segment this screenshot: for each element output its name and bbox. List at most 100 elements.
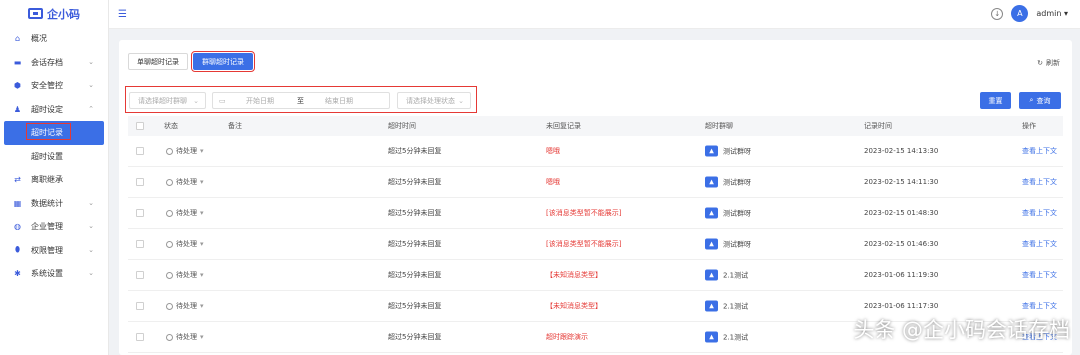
tab-private-timeout[interactable]: 单聊超时记录 [128,53,188,70]
status-select[interactable]: 请选择处理状态 ⌄ [397,92,471,109]
row-checkbox[interactable] [136,302,144,310]
row-checkbox[interactable] [136,271,144,279]
highlight-box [26,123,71,140]
status-dropdown[interactable]: 待处理 ▾ [166,270,204,280]
status-text: 待处理 [176,147,197,155]
status-dropdown[interactable]: 待处理 ▾ [166,177,204,187]
sidebar-item-stats[interactable]: ▦ 数据统计 ⌄ [0,192,108,216]
menu-toggle-icon[interactable]: ☰ [118,9,127,20]
row-checkbox[interactable] [136,333,144,341]
user-clock-icon: ♟ [13,104,22,114]
refresh-icon: ↻ [1037,59,1043,67]
clock-icon [166,271,173,279]
status-dropdown[interactable]: 待处理 ▾ [166,208,204,218]
sidebar-item-timeout[interactable]: ♟ 超时设定 ⌃ [0,98,108,122]
chevron-down-icon: ⌄ [88,57,94,66]
view-context-link[interactable]: 查看上下文 [1022,270,1057,280]
row-checkbox[interactable] [136,209,144,217]
start-date-input[interactable]: 开始日期 [246,96,274,106]
select-all-checkbox[interactable] [136,122,144,130]
search-button[interactable]: ⌕ 查询 [1019,92,1061,109]
folder-icon: ▬ [13,57,22,67]
status-dropdown[interactable]: 待处理 ▾ [166,239,204,249]
group-name: 测试群呀 [723,147,751,155]
time-cell: 2023-01-06 11:17:30 [864,302,939,310]
logo-text: 企小码 [47,7,80,21]
status-text: 待处理 [176,271,197,279]
lock-icon: ⬮ [14,245,21,255]
table-row: 待处理 ▾ 超过5分钟未回复 [该消息类型暂不能展示] ▲ 测试群呀 2023-02… [128,198,1063,229]
group-select[interactable]: 请选择超时群聊 ⌄ [129,92,206,109]
group-name: 测试群呀 [723,209,751,217]
sidebar-item-permissions[interactable]: ⬮ 权限管理 ⌄ [0,239,108,263]
row-checkbox[interactable] [136,240,144,248]
sidebar-item-inherit[interactable]: ⇄ 离职继承 [0,168,108,192]
table-row: 待处理 ▾ 超过5分钟未回复 【未知消息类型】 ▲ 2.1测试 2023-01-06… [128,260,1063,291]
sidebar-item-overview[interactable]: ⌂ 概况 [0,27,108,51]
row-checkbox[interactable] [136,178,144,186]
status-text: 待处理 [176,178,197,186]
record-cell: 【未知消息类型】 [546,302,602,310]
time-cell: 2023-02-15 01:48:30 [864,209,939,217]
top-bar: ☰ ↓ A admin ▾ [109,0,1080,29]
sidebar-item-label: 离职继承 [31,175,63,185]
sidebar-item-label: 概况 [31,34,47,44]
group-name: 测试群呀 [723,178,751,186]
date-range-picker[interactable]: ▭ 开始日期 至 结束日期 [212,92,390,109]
time-cell: 2023-01-06 11:19:30 [864,271,939,279]
search-icon: ⌕ [1029,96,1034,104]
caret-down-icon: ▾ [200,178,204,186]
chevron-down-icon: ⌄ [88,81,94,89]
status-dropdown[interactable]: 待处理 ▾ [166,146,204,156]
sidebar-item-security[interactable]: ⬢ 安全管控 ⌄ [0,74,108,98]
view-context-link[interactable]: 查看上下文 [1022,208,1057,218]
status-dropdown[interactable]: 待处理 ▾ [166,332,204,342]
refresh-button[interactable]: ↻ 刷新 [1037,58,1060,68]
status-dropdown[interactable]: 待处理 ▾ [166,301,204,311]
clock-icon [166,302,173,310]
status-text: 待处理 [176,333,197,341]
sidebar-subitem-timeout-settings[interactable]: 超时设置 [0,145,108,169]
row-checkbox[interactable] [136,147,144,155]
view-context-link[interactable]: 查看上下文 [1022,301,1057,311]
watermark: 头条 @企小码会话存档 [853,318,1070,342]
tab-group-timeout[interactable]: 群聊超时记录 [191,51,255,72]
group-cell: ▲ 测试群呀 [705,176,751,188]
timeout-cell: 超过5分钟未回复 [388,240,442,248]
gear-icon: ✱ [14,269,21,279]
end-date-input[interactable]: 结束日期 [325,96,353,106]
chevron-up-icon: ⌃ [88,104,94,113]
main-panel: 单聊超时记录 群聊超时记录 ↻ 刷新 请选择超时群聊 ⌄ ▭ 开始日期 至 结束… [119,40,1072,355]
status-text: 待处理 [176,240,197,248]
sidebar-subitem-label: 超时设置 [31,151,63,161]
range-separator: 至 [297,96,304,105]
chart-icon: ▦ [13,198,22,208]
group-name: 2.1测试 [723,333,749,341]
reset-button[interactable]: 重置 [980,92,1011,109]
sidebar-item-archive[interactable]: ▬ 会话存档 ⌄ [0,51,108,75]
view-context-link[interactable]: 查看上下文 [1022,146,1057,156]
view-context-link[interactable]: 查看上下文 [1022,177,1057,187]
record-cell: 超时跟踪演示 [546,333,588,341]
sidebar-item-system[interactable]: ✱ 系统设置 ⌄ [0,262,108,286]
avatar[interactable]: A [1011,5,1029,22]
group-name: 2.1测试 [723,302,749,310]
group-cell: ▲ 测试群呀 [705,238,751,250]
caret-down-icon: ▾ [200,240,204,248]
caret-down-icon: ▾ [200,271,204,279]
cloud-download-icon[interactable]: ↓ [991,7,1004,20]
group-avatar-icon: ▲ [705,331,718,343]
timeout-cell: 超过5分钟未回复 [388,302,442,310]
table-row: 待处理 ▾ 超过5分钟未回复 嗯哦 ▲ 测试群呀 2023-02-15 14:11:… [128,167,1063,198]
group-cell: ▲ 2.1测试 [705,331,749,343]
timeout-cell: 超过5分钟未回复 [388,271,442,279]
column-header: 记录时间 [864,122,892,130]
view-context-link[interactable]: 查看上下文 [1022,239,1057,249]
chevron-down-icon: ⌄ [88,198,94,207]
sidebar-item-company[interactable]: ◍ 企业管理 ⌄ [0,215,108,239]
sidebar-subitem-timeout-records[interactable]: 超时记录 [4,121,104,145]
chevron-down-icon: ⌄ [88,222,94,230]
time-cell: 2023-02-15 14:13:30 [864,147,939,155]
record-cell: [该消息类型暂不能展示] [546,240,622,248]
user-menu[interactable]: admin ▾ [1036,9,1068,18]
